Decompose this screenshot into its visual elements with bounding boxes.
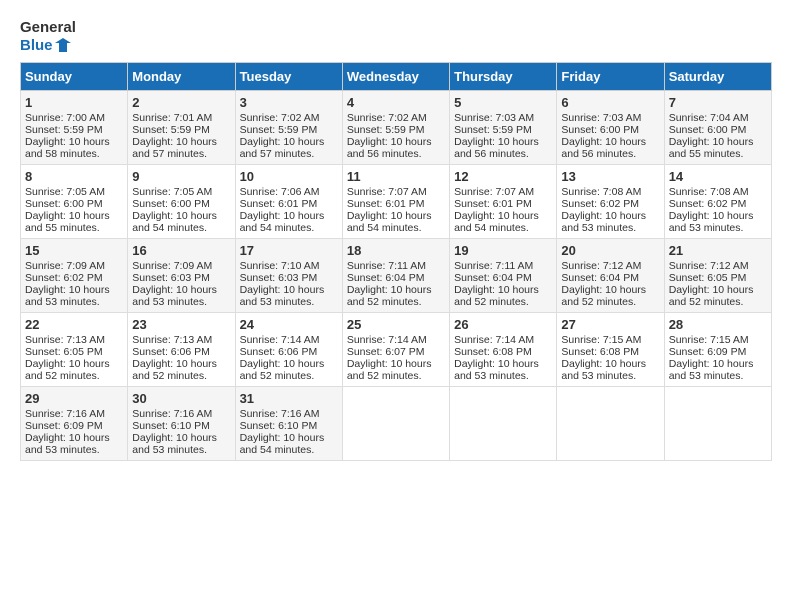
day-number: 1 [25, 95, 123, 110]
week-row-4: 22Sunrise: 7:13 AMSunset: 6:05 PMDayligh… [21, 312, 772, 386]
day-number: 3 [240, 95, 338, 110]
day-number: 29 [25, 391, 123, 406]
day-cell: 19Sunrise: 7:11 AMSunset: 6:04 PMDayligh… [450, 238, 557, 312]
day-number: 26 [454, 317, 552, 332]
day-cell: 15Sunrise: 7:09 AMSunset: 6:02 PMDayligh… [21, 238, 128, 312]
day-cell: 1Sunrise: 7:00 AMSunset: 5:59 PMDaylight… [21, 90, 128, 164]
column-header-wednesday: Wednesday [342, 62, 449, 90]
column-header-friday: Friday [557, 62, 664, 90]
day-number: 2 [132, 95, 230, 110]
day-number: 14 [669, 169, 767, 184]
day-number: 4 [347, 95, 445, 110]
day-number: 23 [132, 317, 230, 332]
day-cell: 23Sunrise: 7:13 AMSunset: 6:06 PMDayligh… [128, 312, 235, 386]
column-header-saturday: Saturday [664, 62, 771, 90]
day-cell: 30Sunrise: 7:16 AMSunset: 6:10 PMDayligh… [128, 386, 235, 460]
day-cell: 31Sunrise: 7:16 AMSunset: 6:10 PMDayligh… [235, 386, 342, 460]
day-cell: 5Sunrise: 7:03 AMSunset: 5:59 PMDaylight… [450, 90, 557, 164]
day-cell: 22Sunrise: 7:13 AMSunset: 6:05 PMDayligh… [21, 312, 128, 386]
week-row-5: 29Sunrise: 7:16 AMSunset: 6:09 PMDayligh… [21, 386, 772, 460]
day-number: 18 [347, 243, 445, 258]
logo-blue: Blue [20, 37, 71, 54]
day-cell [664, 386, 771, 460]
day-number: 22 [25, 317, 123, 332]
day-number: 6 [561, 95, 659, 110]
day-number: 31 [240, 391, 338, 406]
day-cell: 6Sunrise: 7:03 AMSunset: 6:00 PMDaylight… [557, 90, 664, 164]
day-cell: 4Sunrise: 7:02 AMSunset: 5:59 PMDaylight… [342, 90, 449, 164]
day-cell: 28Sunrise: 7:15 AMSunset: 6:09 PMDayligh… [664, 312, 771, 386]
day-number: 25 [347, 317, 445, 332]
day-cell: 13Sunrise: 7:08 AMSunset: 6:02 PMDayligh… [557, 164, 664, 238]
week-row-3: 15Sunrise: 7:09 AMSunset: 6:02 PMDayligh… [21, 238, 772, 312]
day-cell: 11Sunrise: 7:07 AMSunset: 6:01 PMDayligh… [342, 164, 449, 238]
column-header-sunday: Sunday [21, 62, 128, 90]
calendar-table: SundayMondayTuesdayWednesdayThursdayFrid… [20, 62, 772, 461]
day-number: 17 [240, 243, 338, 258]
day-number: 7 [669, 95, 767, 110]
day-number: 8 [25, 169, 123, 184]
logo-general: General [20, 20, 76, 37]
day-number: 15 [25, 243, 123, 258]
day-cell: 24Sunrise: 7:14 AMSunset: 6:06 PMDayligh… [235, 312, 342, 386]
day-cell: 18Sunrise: 7:11 AMSunset: 6:04 PMDayligh… [342, 238, 449, 312]
day-cell: 14Sunrise: 7:08 AMSunset: 6:02 PMDayligh… [664, 164, 771, 238]
column-header-tuesday: Tuesday [235, 62, 342, 90]
day-number: 30 [132, 391, 230, 406]
week-row-1: 1Sunrise: 7:00 AMSunset: 5:59 PMDaylight… [21, 90, 772, 164]
day-cell: 12Sunrise: 7:07 AMSunset: 6:01 PMDayligh… [450, 164, 557, 238]
day-number: 21 [669, 243, 767, 258]
day-number: 5 [454, 95, 552, 110]
day-number: 9 [132, 169, 230, 184]
day-number: 13 [561, 169, 659, 184]
day-number: 16 [132, 243, 230, 258]
day-number: 11 [347, 169, 445, 184]
header-row: SundayMondayTuesdayWednesdayThursdayFrid… [21, 62, 772, 90]
day-cell: 17Sunrise: 7:10 AMSunset: 6:03 PMDayligh… [235, 238, 342, 312]
day-cell: 27Sunrise: 7:15 AMSunset: 6:08 PMDayligh… [557, 312, 664, 386]
day-number: 10 [240, 169, 338, 184]
day-cell: 26Sunrise: 7:14 AMSunset: 6:08 PMDayligh… [450, 312, 557, 386]
day-number: 12 [454, 169, 552, 184]
day-cell: 25Sunrise: 7:14 AMSunset: 6:07 PMDayligh… [342, 312, 449, 386]
day-number: 20 [561, 243, 659, 258]
page-header: GeneralBlue [20, 20, 772, 54]
day-cell [342, 386, 449, 460]
day-cell: 8Sunrise: 7:05 AMSunset: 6:00 PMDaylight… [21, 164, 128, 238]
logo: GeneralBlue [20, 20, 76, 54]
day-number: 19 [454, 243, 552, 258]
day-cell: 2Sunrise: 7:01 AMSunset: 5:59 PMDaylight… [128, 90, 235, 164]
logo-bird-icon [55, 38, 71, 52]
day-number: 27 [561, 317, 659, 332]
day-cell: 29Sunrise: 7:16 AMSunset: 6:09 PMDayligh… [21, 386, 128, 460]
day-cell [450, 386, 557, 460]
day-cell: 10Sunrise: 7:06 AMSunset: 6:01 PMDayligh… [235, 164, 342, 238]
day-cell: 21Sunrise: 7:12 AMSunset: 6:05 PMDayligh… [664, 238, 771, 312]
day-cell: 3Sunrise: 7:02 AMSunset: 5:59 PMDaylight… [235, 90, 342, 164]
column-header-thursday: Thursday [450, 62, 557, 90]
day-cell: 20Sunrise: 7:12 AMSunset: 6:04 PMDayligh… [557, 238, 664, 312]
day-cell [557, 386, 664, 460]
day-cell: 16Sunrise: 7:09 AMSunset: 6:03 PMDayligh… [128, 238, 235, 312]
day-number: 28 [669, 317, 767, 332]
column-header-monday: Monday [128, 62, 235, 90]
day-cell: 9Sunrise: 7:05 AMSunset: 6:00 PMDaylight… [128, 164, 235, 238]
day-cell: 7Sunrise: 7:04 AMSunset: 6:00 PMDaylight… [664, 90, 771, 164]
week-row-2: 8Sunrise: 7:05 AMSunset: 6:00 PMDaylight… [21, 164, 772, 238]
day-number: 24 [240, 317, 338, 332]
